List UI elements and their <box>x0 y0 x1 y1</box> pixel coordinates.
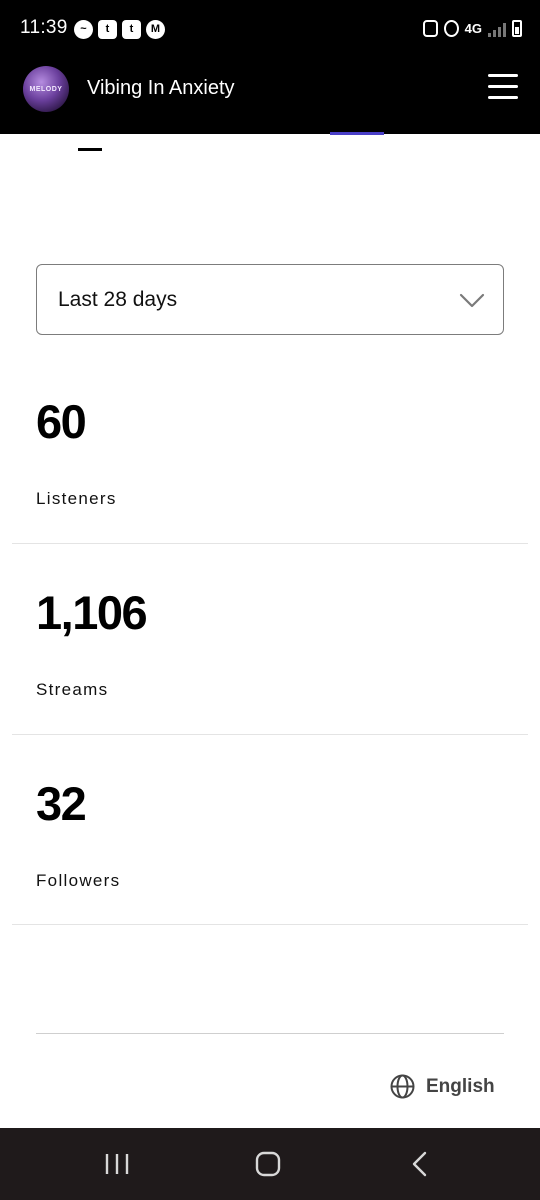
notification-icons: ~ t t M <box>74 20 165 39</box>
battery-icon <box>512 20 522 37</box>
hamburger-line <box>488 96 518 99</box>
alarm-icon <box>443 20 459 37</box>
globe-icon <box>390 1074 415 1098</box>
language-label: English <box>426 1075 495 1097</box>
tab-highlight <box>330 132 384 135</box>
stat-label: Followers <box>36 871 121 890</box>
stat-label: Streams <box>36 680 109 699</box>
stat-value: 32 <box>36 777 87 830</box>
home-icon[interactable] <box>254 1150 282 1178</box>
stat-streams: 1,106 Streams <box>12 544 528 735</box>
network-label: 4G <box>464 21 482 36</box>
language-selector[interactable]: English <box>390 1073 495 1099</box>
system-nav-bar <box>0 1128 540 1200</box>
active-tab-indicator <box>78 148 102 151</box>
lock-icon <box>422 20 438 37</box>
stat-label: Listeners <box>36 489 117 508</box>
artist-name[interactable]: Vibing In Anxiety <box>87 78 235 98</box>
twitch-icon: t <box>122 20 141 39</box>
stat-value: 1,106 <box>36 586 148 639</box>
stat-followers: 32 Followers <box>12 735 528 925</box>
twitch-icon: t <box>98 20 117 39</box>
period-dropdown[interactable]: Last 28 days <box>36 264 504 335</box>
status-bar: 11:39 ~ t t M 4G <box>0 0 540 46</box>
back-icon[interactable] <box>410 1150 430 1178</box>
menu-button[interactable] <box>488 74 518 100</box>
artist-avatar[interactable]: MELODY <box>23 66 69 112</box>
chevron-down-icon <box>459 293 485 308</box>
stat-listeners: 60 Listeners <box>12 355 528 544</box>
status-time: 11:39 <box>20 17 68 38</box>
stat-value: 60 <box>36 395 87 448</box>
recent-apps-icon[interactable] <box>104 1150 130 1178</box>
signal-icon <box>488 21 506 37</box>
hamburger-line <box>488 85 518 88</box>
footer-divider <box>36 1033 504 1034</box>
period-dropdown-value: Last 28 days <box>58 288 178 311</box>
hamburger-line <box>488 74 518 77</box>
messenger-icon: ~ <box>74 20 93 39</box>
app-m-icon: M <box>146 20 165 39</box>
app-header: MELODY Vibing In Anxiety <box>0 46 540 134</box>
system-icons: 4G <box>422 20 522 37</box>
avatar-logo-text: MELODY <box>29 86 63 93</box>
